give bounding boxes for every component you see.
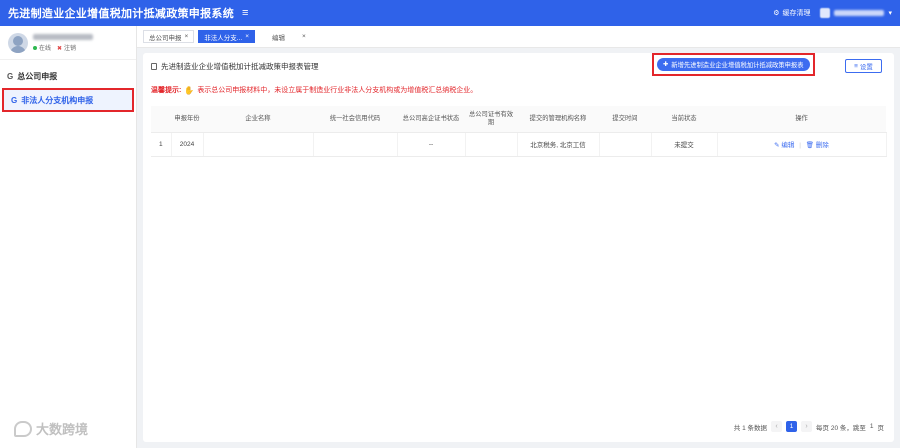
col-header: 企业名称 bbox=[203, 106, 313, 133]
page-number-button[interactable]: 1 bbox=[786, 421, 798, 432]
notice: 温馨提示: ✋ 表示总公司申报材料中，未设立属于制造业行业非法人分支机构或为增值… bbox=[151, 85, 477, 95]
delete-link[interactable]: 🗑 删除 bbox=[806, 142, 829, 149]
table-row: 1 2024 -- 北京税务, 北京工信 未提交 ✎ 编辑 | 🗑 删除 bbox=[151, 132, 887, 157]
cache-clear-label: 缓存清理 bbox=[782, 10, 811, 17]
tab-edit[interactable]: 编辑 × bbox=[267, 30, 311, 43]
page-unit-label: 页 bbox=[877, 424, 885, 432]
logout-link[interactable]: ✖ 注销 bbox=[57, 43, 76, 52]
online-status: 在线 bbox=[33, 43, 51, 52]
cell-cert-valid bbox=[465, 132, 518, 157]
col-header: 提交时间 bbox=[599, 106, 651, 133]
cell-index: 1 bbox=[151, 132, 172, 157]
prev-page-button[interactable]: ‹ bbox=[771, 421, 783, 432]
online-dot-icon bbox=[33, 45, 37, 50]
tab-headquarters[interactable]: 总公司申报 × bbox=[143, 30, 195, 43]
pagination: 共 1 条数据 ‹ 1 › 每页 20 条，跳至 1 页 bbox=[734, 421, 884, 432]
profile-name-blurred bbox=[33, 33, 93, 40]
user-avatar-icon bbox=[820, 8, 831, 18]
main-panel: 先进制造业企业增值税加计抵减政策申报表管理 ✚ 新增先进制造业企业增值税加计抵减… bbox=[143, 53, 894, 442]
goto-page-input[interactable]: 1 bbox=[870, 423, 874, 430]
top-right-tools: ⚙ 缓存清理 ▾ bbox=[773, 8, 892, 18]
watermark: 大数跨境 bbox=[14, 419, 88, 438]
col-header bbox=[151, 106, 171, 133]
tab-branch[interactable]: 非法人分支... × bbox=[198, 30, 256, 43]
cell-actions: ✎ 编辑 | 🗑 删除 bbox=[717, 132, 887, 157]
cell-org: 北京税务, 北京工信 bbox=[517, 132, 600, 157]
notice-text: 表示总公司申报材料中，未设立属于制造业行业非法人分支机构或为增值税汇总纳税企业。 bbox=[197, 87, 478, 94]
gear-icon: ⚙ bbox=[773, 10, 780, 17]
sidebar-item-headquarters[interactable]: G 总公司申报 bbox=[0, 64, 136, 88]
sidebar-item-label: 非法人分支机构申报 bbox=[21, 95, 94, 105]
top-bar: 先进制造业企业增值税加计抵减政策申报系统 ≡ ⚙ 缓存清理 ▾ bbox=[0, 0, 900, 26]
col-header: 当前状态 bbox=[651, 106, 717, 133]
col-header: 总公司证书有效期 bbox=[465, 106, 517, 133]
g-logo-icon: G bbox=[11, 95, 18, 105]
col-header: 操作 bbox=[717, 106, 886, 133]
chevron-down-icon: ▾ bbox=[888, 10, 892, 17]
cell-code bbox=[313, 132, 398, 157]
divider: | bbox=[799, 142, 801, 149]
declaration-table: 申报年份 企业名称 统一社会信用代码 总公司高企证书状态 总公司证书有效期 提交… bbox=[151, 106, 887, 157]
add-declaration-button[interactable]: ✚ 新增先进制造业企业增值税加计抵减政策申报表 bbox=[657, 58, 810, 71]
panel-title: 先进制造业企业增值税加计抵减政策申报表管理 bbox=[151, 61, 319, 72]
cell-status: 未提交 bbox=[651, 132, 718, 157]
col-header: 提交的管理机构名称 bbox=[517, 106, 599, 133]
next-page-button[interactable]: › bbox=[801, 421, 813, 432]
cell-cert-status: -- bbox=[397, 132, 466, 157]
sidebar: 在线 ✖ 注销 G 总公司申报 G 非法人分支机构申报 bbox=[0, 26, 137, 448]
hand-pointer-icon: ✋ bbox=[184, 85, 195, 95]
g-logo-icon: G bbox=[7, 71, 14, 81]
sidebar-item-label: 总公司申报 bbox=[17, 71, 58, 81]
document-icon bbox=[151, 63, 157, 70]
cache-clear-button[interactable]: ⚙ 缓存清理 bbox=[773, 8, 810, 18]
logout-icon: ✖ bbox=[57, 45, 63, 52]
sidebar-item-branch[interactable]: G 非法人分支机构申报 bbox=[2, 88, 134, 112]
table-header-row: 申报年份 企业名称 统一社会信用代码 总公司高企证书状态 总公司证书有效期 提交… bbox=[151, 106, 886, 133]
cell-time bbox=[599, 132, 652, 157]
hamburger-menu-icon[interactable]: ≡ bbox=[242, 7, 248, 19]
col-header: 申报年份 bbox=[171, 106, 203, 133]
pencil-icon: ✎ bbox=[774, 142, 780, 149]
user-menu[interactable]: ▾ bbox=[820, 8, 892, 18]
plus-icon: ✚ bbox=[663, 61, 669, 68]
edit-link[interactable]: ✎ 编辑 bbox=[774, 142, 794, 149]
trash-icon: 🗑 bbox=[805, 142, 815, 149]
cell-year: 2024 bbox=[171, 132, 204, 157]
close-icon[interactable]: × bbox=[245, 33, 249, 40]
page-size-label: 每页 20 条，跳至 bbox=[816, 424, 866, 432]
watermark-text: 大数跨境 bbox=[36, 422, 89, 437]
cell-name bbox=[203, 132, 314, 157]
avatar bbox=[8, 32, 28, 53]
list-icon: ≡ bbox=[854, 62, 858, 70]
settings-button[interactable]: ≡ 设置 bbox=[845, 59, 882, 73]
notice-label: 温馨提示: bbox=[151, 87, 182, 94]
col-header: 统一社会信用代码 bbox=[313, 106, 397, 133]
profile-card: 在线 ✖ 注销 bbox=[0, 26, 136, 60]
col-header: 总公司高企证书状态 bbox=[397, 106, 465, 133]
close-icon[interactable]: × bbox=[302, 33, 306, 40]
app-title: 先进制造业企业增值税加计抵减政策申报系统 bbox=[8, 8, 234, 20]
watermark-logo-icon bbox=[14, 420, 32, 437]
user-name-blurred bbox=[834, 10, 885, 16]
close-icon[interactable]: × bbox=[185, 33, 189, 40]
tab-bar: 总公司申报 × 非法人分支... × 编辑 × bbox=[137, 26, 900, 48]
new-button-highlight: ✚ 新增先进制造业企业增值税加计抵减政策申报表 bbox=[652, 53, 815, 76]
total-count: 共 1 条数据 bbox=[733, 424, 768, 432]
